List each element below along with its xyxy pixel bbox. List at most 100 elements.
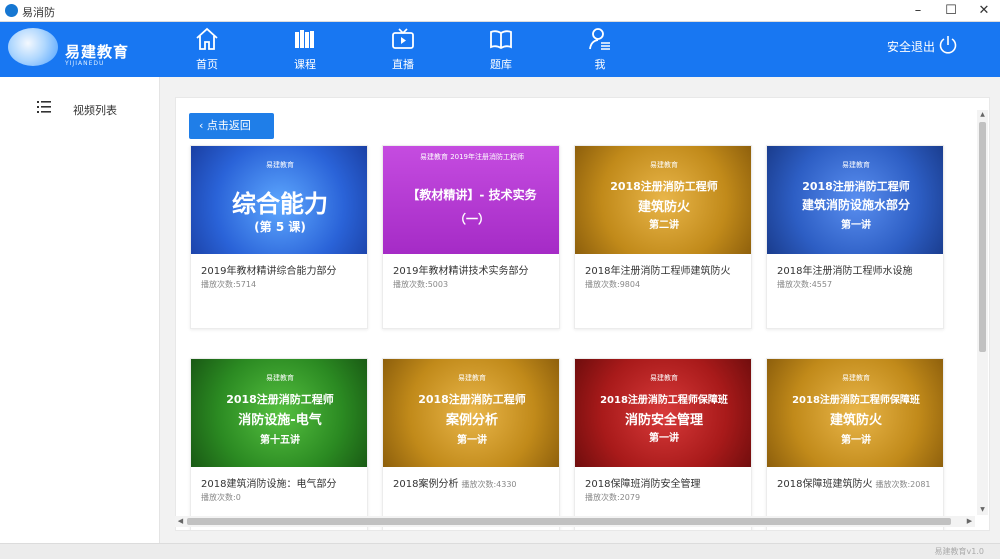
thumb-title: 2018注册消防工程师保障班 <box>600 395 728 406</box>
list-icon <box>37 101 51 113</box>
nav-courses[interactable]: 课程 <box>275 26 335 74</box>
thumb-subtitle: 案例分析 <box>445 413 498 428</box>
logo-mark-icon <box>8 28 58 66</box>
thumb-title: 综合能力 <box>232 190 328 218</box>
play-count: 播放次数:5003 <box>393 280 449 289</box>
play-count: 播放次数:0 <box>201 493 241 502</box>
user-icon <box>589 28 610 50</box>
play-count: 播放次数:4557 <box>777 280 833 289</box>
video-card[interactable]: 易建教育 2019年注册消防工程师 【教材精讲】- 技术实务 （一） 2019年… <box>382 145 560 329</box>
thumb-subtitle: (第 5 课) <box>254 220 306 234</box>
scroll-down-icon[interactable]: ▼ <box>978 506 987 514</box>
scroll-up-icon[interactable]: ▲ <box>978 111 987 119</box>
video-thumbnail: 易建教育 2018注册消防工程师 建筑消防设施水部分 第一讲 <box>767 146 943 254</box>
logout-label: 安全退出 <box>887 40 936 54</box>
video-thumbnail: 易建教育 2018注册消防工程师 案例分析 第一讲 <box>383 359 559 467</box>
app-icon <box>5 4 18 17</box>
thumb-title: 【教材精讲】- 技术实务 <box>407 188 537 202</box>
books-icon <box>295 30 314 48</box>
vertical-scrollbar[interactable]: ▲ ▼ <box>977 110 988 515</box>
brand-name: 易建教育 <box>65 43 130 61</box>
thumb-lecture: 第十五讲 <box>260 435 300 446</box>
thumb-brand: 易建教育 <box>842 161 870 169</box>
play-count: 播放次数:4330 <box>461 480 517 489</box>
thumb-brand: 易建教育 <box>650 161 678 169</box>
minimize-button[interactable]: – <box>903 1 933 21</box>
nav-questions-label: 题库 <box>490 58 512 71</box>
sidebar-item-video-list[interactable]: 视频列表 <box>36 99 146 119</box>
status-bar: 易建教育v1.0 <box>0 543 1000 559</box>
nav-live[interactable]: 直播 <box>373 26 433 74</box>
nav-me-label: 我 <box>594 58 606 71</box>
brand-logo[interactable]: 易建教育 YIJIANEDU <box>8 26 188 74</box>
video-title-row: 2018案例分析 播放次数:4330 <box>393 475 517 490</box>
window-titlebar: 易消防 – ☐ ✕ <box>0 0 1000 22</box>
window-title: 易消防 <box>22 6 55 19</box>
nav-home[interactable]: 首页 <box>177 26 237 74</box>
thumb-lecture: 第一讲 <box>841 220 871 231</box>
nav-questions[interactable]: 题库 <box>471 26 531 74</box>
power-icon <box>939 36 957 54</box>
video-title: 2018年注册消防工程师水设施 <box>777 266 913 277</box>
nav-me[interactable]: 我 <box>570 26 630 74</box>
thumb-brand: 易建教育 <box>266 374 294 382</box>
video-grid-panel: ‹ 点击返回 易建教育 综合能力 (第 5 课) 2019年教材精讲综合能力部分… <box>175 97 990 531</box>
video-title: 2018案例分析 <box>393 479 459 490</box>
play-count: 播放次数:2079 <box>585 493 641 502</box>
back-button[interactable]: ‹ 点击返回 <box>189 113 274 139</box>
thumb-brand: 易建教育 2019年注册消防工程师 <box>419 153 525 161</box>
nav-home-label: 首页 <box>196 58 218 71</box>
thumb-lecture: 第一讲 <box>841 435 871 446</box>
thumb-lecture: 第二讲 <box>649 220 679 231</box>
thumb-brand: 易建教育 <box>458 374 486 382</box>
maximize-button[interactable]: ☐ <box>936 1 966 21</box>
book-open-icon <box>490 30 512 50</box>
brand-sub: YIJIANEDU <box>65 60 105 67</box>
home-icon <box>196 27 218 50</box>
thumb-title: 2018注册消防工程师 <box>802 180 910 193</box>
play-count: 播放次数:9804 <box>585 280 641 289</box>
video-card[interactable]: 易建教育 2018注册消防工程师保障班 消防安全管理 第一讲 2018保障班消防… <box>574 358 752 530</box>
logout-button[interactable]: 安全退出 <box>887 36 957 55</box>
video-card[interactable]: 易建教育 2018注册消防工程师 建筑消防设施水部分 第一讲 2018年注册消防… <box>766 145 944 329</box>
video-title: 2018保障班消防安全管理 <box>585 479 701 490</box>
vertical-scroll-thumb[interactable] <box>979 122 986 352</box>
thumb-title: 2018注册消防工程师 <box>610 180 718 193</box>
back-label: 点击返回 <box>206 119 251 132</box>
tv-icon <box>392 28 414 49</box>
video-card[interactable]: 易建教育 2018注册消防工程师 建筑防火 第二讲 2018年注册消防工程师建筑… <box>574 145 752 329</box>
play-count: 播放次数:2081 <box>875 480 931 489</box>
video-thumbnail: 易建教育 2018注册消防工程师 建筑防火 第二讲 <box>575 146 751 254</box>
thumb-lecture: 第一讲 <box>649 433 679 444</box>
sidebar-item-label: 视频列表 <box>73 104 117 117</box>
scroll-right-icon[interactable]: ▶ <box>965 517 974 526</box>
thumb-brand: 易建教育 <box>266 161 294 169</box>
thumb-title: 2018注册消防工程师保障班 <box>792 395 920 406</box>
video-card[interactable]: 易建教育 2018注册消防工程师 案例分析 第一讲 2018案例分析 播放次数:… <box>382 358 560 530</box>
scroll-left-icon[interactable]: ◀ <box>176 517 185 526</box>
video-title-row: 2018保障班建筑防火 播放次数:2081 <box>777 475 931 490</box>
video-thumbnail: 易建教育 2018注册消防工程师 消防设施-电气 第十五讲 <box>191 359 367 467</box>
thumb-subtitle: （一） <box>453 212 490 226</box>
video-title: 2019年教材精讲技术实务部分 <box>393 266 529 277</box>
horizontal-scrollbar[interactable]: ◀ ▶ <box>175 516 975 527</box>
horizontal-scroll-thumb[interactable] <box>187 518 951 525</box>
close-button[interactable]: ✕ <box>969 1 999 21</box>
video-thumbnail: 易建教育 2018注册消防工程师保障班 消防安全管理 第一讲 <box>575 359 751 467</box>
sidebar: 视频列表 <box>0 77 160 543</box>
thumb-subtitle: 建筑防火 <box>829 413 882 428</box>
video-title: 2019年教材精讲综合能力部分 <box>201 266 337 277</box>
video-card[interactable]: 易建教育 2018注册消防工程师保障班 建筑防火 第一讲 2018保障班建筑防火… <box>766 358 944 530</box>
version-label: 易建教育v1.0 <box>934 547 984 556</box>
nav-live-label: 直播 <box>392 58 414 71</box>
thumb-subtitle: 消防安全管理 <box>624 413 703 428</box>
thumb-brand: 易建教育 <box>650 374 678 382</box>
video-card[interactable]: 易建教育 2018注册消防工程师 消防设施-电气 第十五讲 2018建筑消防设施… <box>190 358 368 530</box>
thumb-lecture: 第一讲 <box>457 435 487 446</box>
video-title: 2018年注册消防工程师建筑防火 <box>585 266 731 277</box>
thumb-subtitle: 建筑消防设施水部分 <box>801 198 910 212</box>
video-card[interactable]: 易建教育 综合能力 (第 5 课) 2019年教材精讲综合能力部分 播放次数:5… <box>190 145 368 329</box>
video-thumbnail: 易建教育 综合能力 (第 5 课) <box>191 146 367 254</box>
top-navigation: 易建教育 YIJIANEDU 首页 课程 直播 题库 我 安全退出 <box>0 22 1000 77</box>
chevron-left-icon: ‹ <box>199 119 207 132</box>
